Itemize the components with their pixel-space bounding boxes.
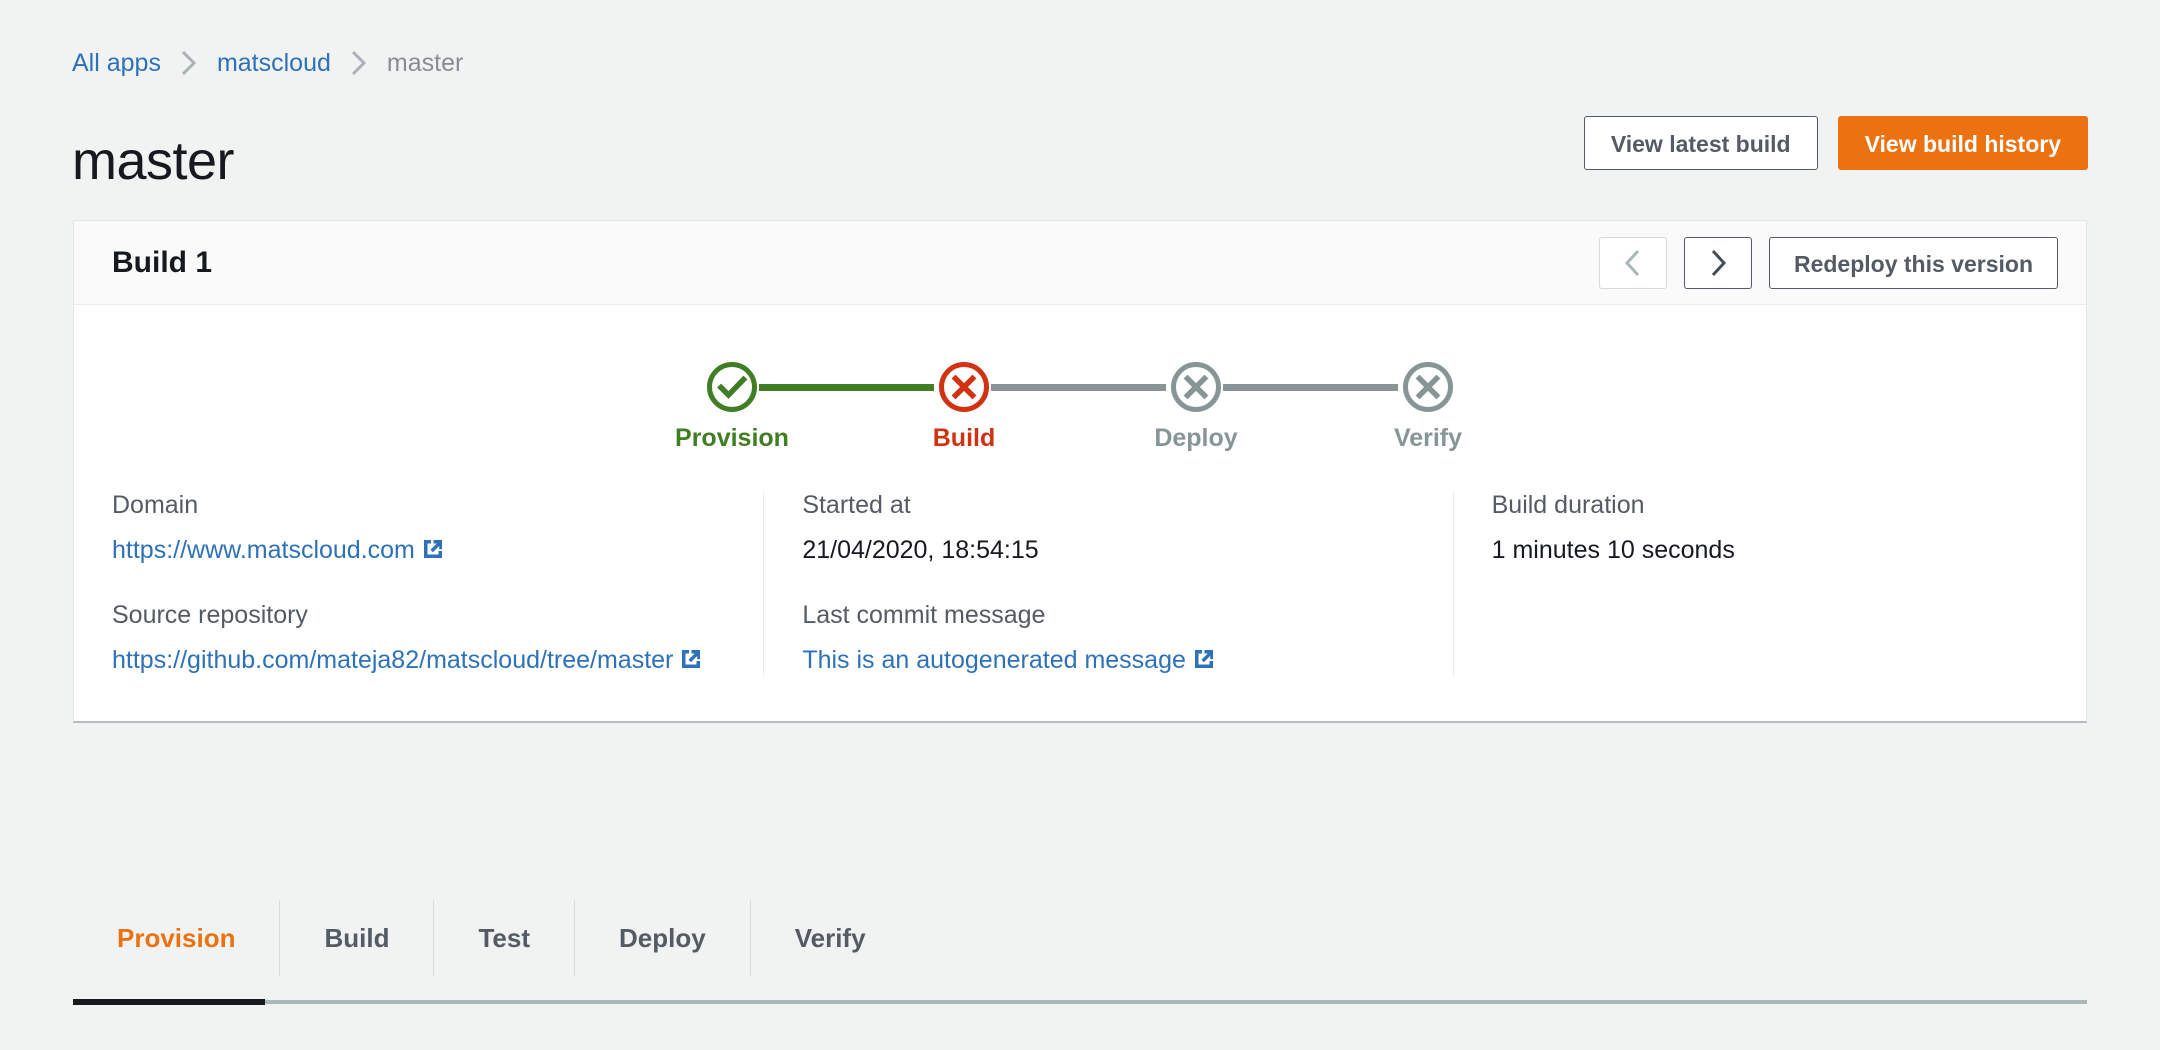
build-details-page: All apps matscloud master master View la…: [0, 0, 2160, 1050]
tab-active-indicator: [73, 999, 265, 1005]
step-connector-1: [759, 383, 934, 391]
detail-label-source-repository: Source repository: [112, 601, 308, 629]
domain-link-text: https://www.matscloud.com: [112, 536, 415, 564]
step-deploy: Deploy: [1080, 360, 1312, 453]
stage-tabs: Provision Build Test Deploy Verify: [73, 900, 2087, 1005]
detail-domain: Domain https://www.matscloud.com: [112, 491, 725, 567]
external-link-icon: [421, 537, 445, 561]
tab-build[interactable]: Build: [280, 900, 435, 976]
tab-verify[interactable]: Verify: [751, 900, 910, 976]
step-label-provision: Provision: [675, 423, 789, 452]
page-header-actions: View latest build View build history: [1583, 116, 2088, 170]
detail-value-last-commit-message[interactable]: This is an autogenerated message: [802, 644, 1414, 677]
step-connector-2: [991, 383, 1166, 391]
page-title: master: [72, 131, 235, 192]
external-link-icon: [1192, 647, 1216, 671]
tab-test[interactable]: Test: [434, 900, 576, 976]
detail-value-domain[interactable]: https://www.matscloud.com: [112, 534, 725, 567]
chevron-right-icon: [331, 48, 387, 78]
detail-label-domain: Domain: [112, 491, 199, 519]
detail-label-started-at: Started at: [802, 491, 911, 519]
build-card-title: Build 1: [112, 245, 213, 279]
view-latest-build-button[interactable]: View latest build: [1583, 116, 1818, 170]
previous-build-button[interactable]: [1598, 236, 1667, 289]
detail-started-at: Started at 21/04/2020, 18:54:15: [802, 491, 1414, 567]
detail-value-build-duration: 1 minutes 10 seconds: [1491, 536, 1735, 564]
detail-value-source-repository[interactable]: https://github.com/mateja82/matscloud/tr…: [112, 644, 725, 677]
step-connector-3: [1223, 383, 1398, 391]
source-repository-link-text: https://github.com/mateja82/matscloud/tr…: [112, 646, 674, 674]
build-card-header: Build 1 Redeploy this version: [74, 221, 2086, 305]
next-build-button[interactable]: [1683, 236, 1752, 289]
detail-column-right: Build duration 1 minutes 10 seconds: [1452, 491, 2086, 677]
detail-last-commit-message: Last commit message This is an autogener…: [802, 601, 1414, 677]
step-label-verify: Verify: [1393, 423, 1463, 452]
detail-label-build-duration: Build duration: [1491, 491, 1645, 519]
detail-column-left: Domain https://www.matscloud.com Source …: [74, 491, 763, 677]
breadcrumb-item-all-apps[interactable]: All apps: [72, 49, 161, 78]
build-stepper-steps: Provision Build Deploy Verify: [616, 344, 1544, 453]
external-link-icon: [679, 647, 703, 671]
page-header: master View latest build View build hist…: [72, 106, 2088, 188]
step-label-deploy: Deploy: [1154, 423, 1238, 452]
last-commit-message-link-text: This is an autogenerated message: [802, 646, 1186, 674]
breadcrumb: All apps matscloud master: [72, 48, 463, 78]
build-details-grid: Domain https://www.matscloud.com Source …: [74, 491, 2086, 721]
step-provision: Provision: [616, 360, 848, 453]
check-circle-icon: [705, 360, 759, 414]
stage-tabs-list: Provision Build Test Deploy Verify: [73, 900, 2087, 976]
detail-column-middle: Started at 21/04/2020, 18:54:15 Last com…: [763, 491, 1452, 677]
detail-label-last-commit-message: Last commit message: [802, 601, 1046, 629]
build-stepper: Provision Build Deploy Verify: [74, 305, 2086, 491]
chevron-right-icon: [1707, 247, 1729, 279]
chevron-left-icon: [1622, 247, 1644, 279]
breadcrumb-item-master: master: [386, 48, 464, 77]
tab-underline-track: [73, 999, 2087, 1005]
detail-value-started-at: 21/04/2020, 18:54:15: [802, 536, 1039, 564]
build-card-actions: Redeploy this version: [1598, 236, 2058, 289]
x-circle-icon: [937, 360, 991, 414]
x-circle-icon: [1401, 360, 1455, 414]
tab-provision[interactable]: Provision: [73, 900, 281, 976]
step-verify: Verify: [1312, 360, 1544, 453]
detail-source-repository: Source repository https://github.com/mat…: [112, 601, 725, 677]
chevron-right-icon: [161, 48, 217, 78]
step-label-build: Build: [932, 423, 996, 452]
breadcrumb-item-matscloud[interactable]: matscloud: [217, 49, 331, 78]
step-build: Build: [848, 360, 1080, 453]
tab-deploy[interactable]: Deploy: [575, 900, 751, 976]
x-circle-icon: [1169, 360, 1223, 414]
redeploy-this-version-button[interactable]: Redeploy this version: [1768, 236, 2058, 289]
view-build-history-button[interactable]: View build history: [1837, 116, 2088, 170]
detail-build-duration: Build duration 1 minutes 10 seconds: [1492, 491, 2048, 567]
build-card: Build 1 Redeploy this version Provision …: [73, 220, 2087, 723]
